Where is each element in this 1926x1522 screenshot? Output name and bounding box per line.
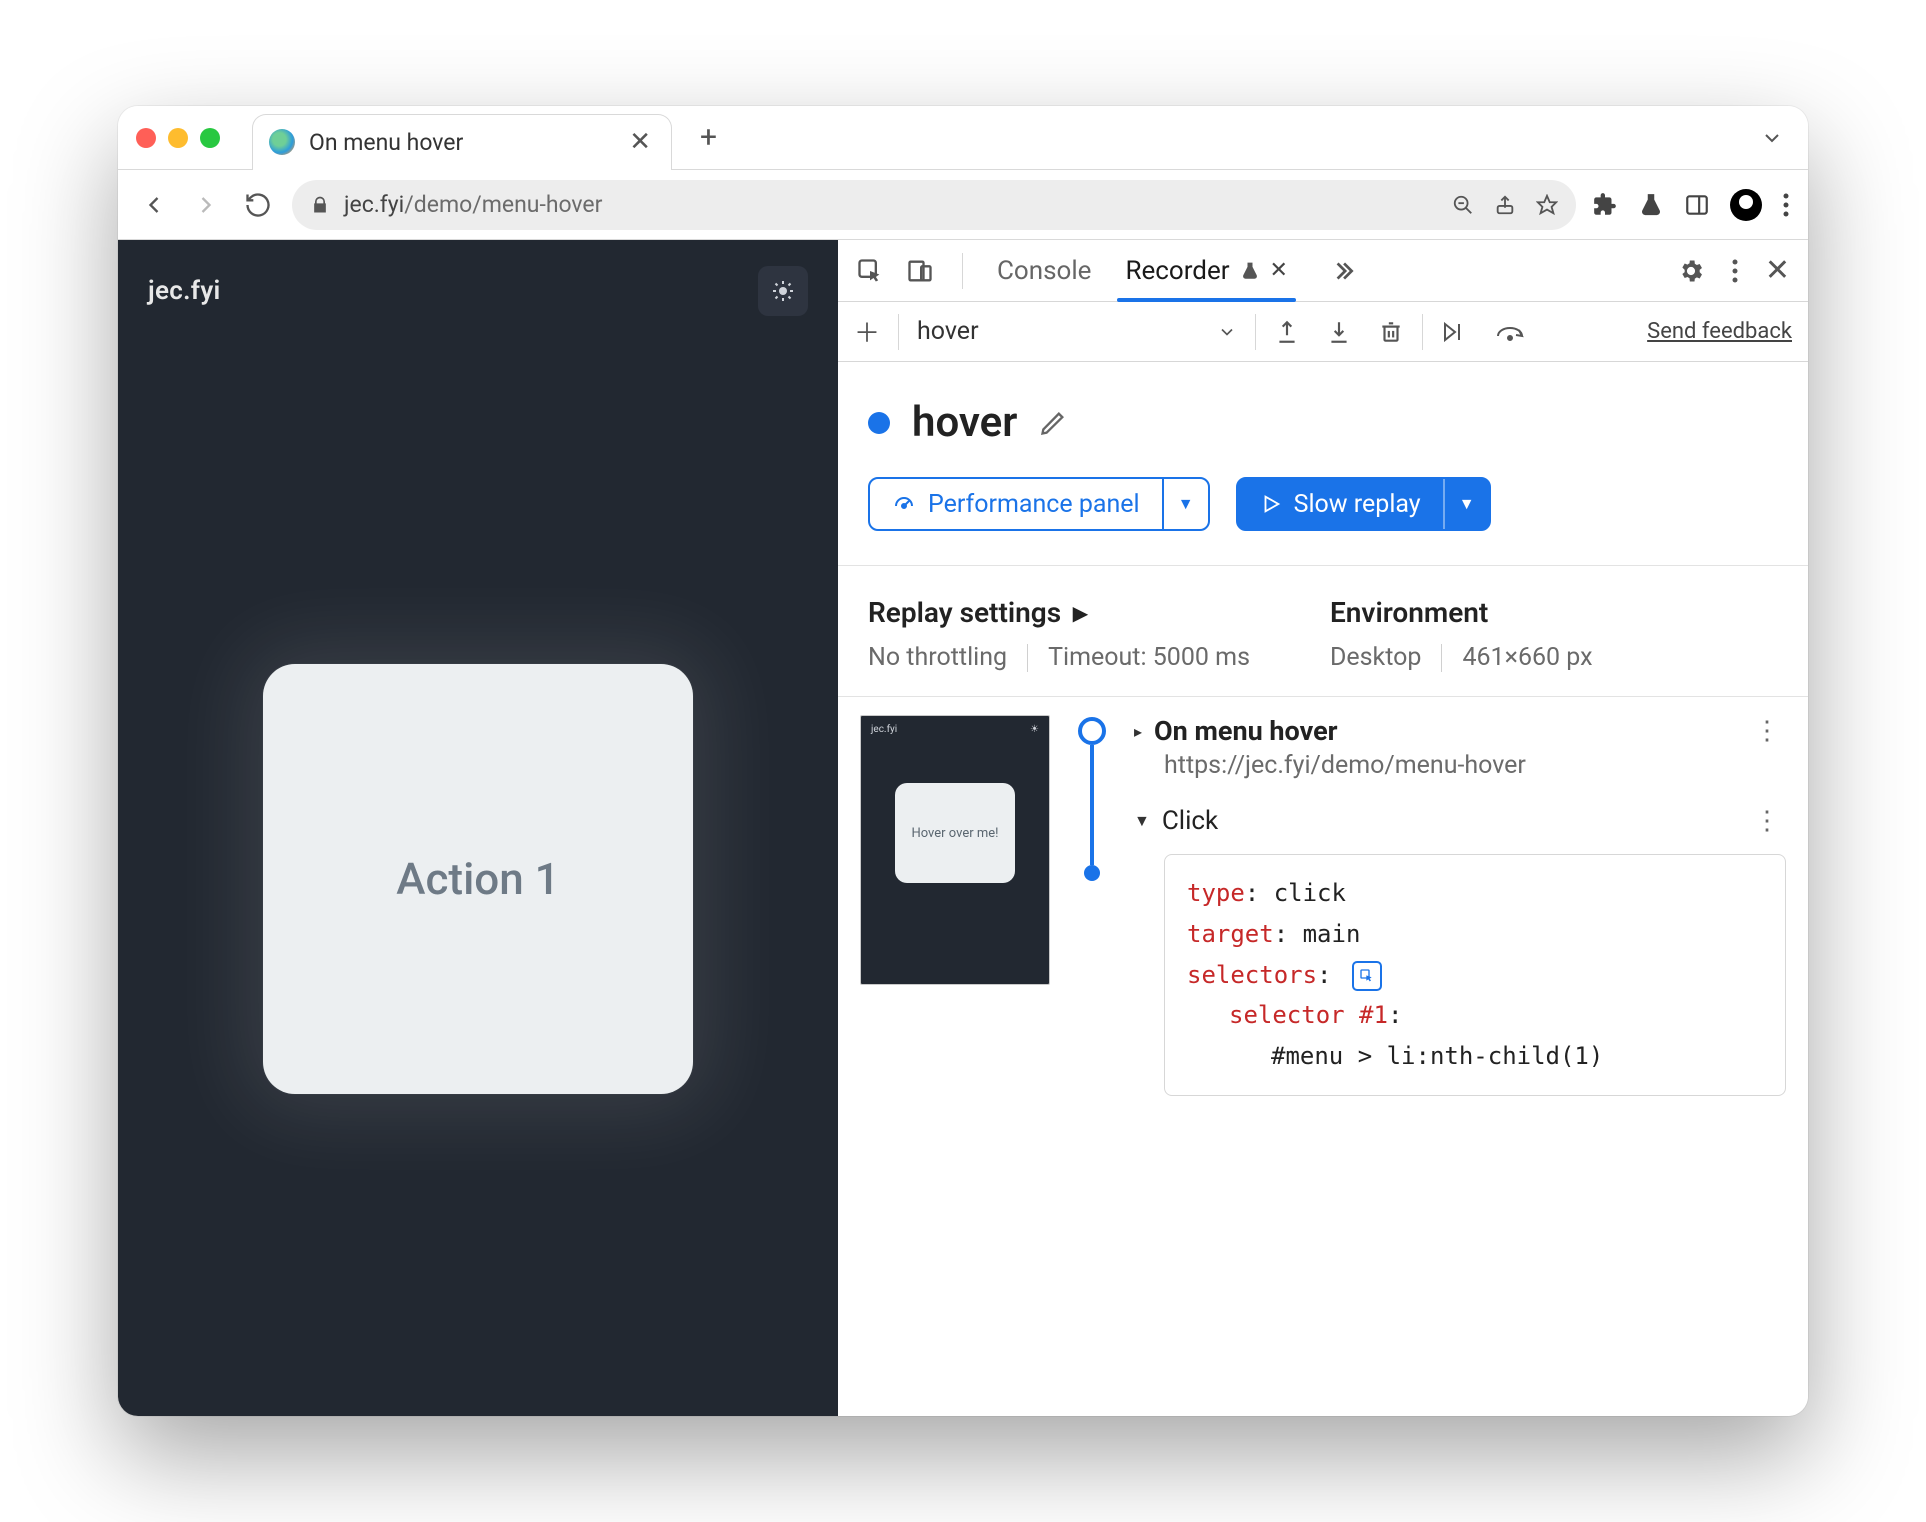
minimize-window-button[interactable] (168, 128, 188, 148)
demo-card[interactable]: Action 1 (263, 664, 693, 1094)
reload-button[interactable] (240, 187, 276, 223)
toolbar: jec.fyi/demo/menu-hover (118, 170, 1808, 240)
click-step-menu-icon[interactable]: ⋮ (1748, 806, 1786, 836)
recording-title: hover (912, 398, 1017, 447)
chevron-right-icon: ▸ (1073, 596, 1087, 629)
tab-recorder[interactable]: Recorder ✕ (1119, 256, 1294, 286)
chevron-down-icon (1217, 322, 1237, 342)
environment-size: 461×660 px (1462, 643, 1592, 672)
browser-tab[interactable]: On menu hover ✕ (252, 114, 672, 170)
nav-step-url: https://jec.fyi/demo/menu-hover (1164, 751, 1786, 780)
recording-status-dot (868, 412, 890, 434)
window-titlebar: On menu hover ✕ + (118, 106, 1808, 170)
back-button[interactable] (136, 187, 172, 223)
recording-steps: jec.fyi☀ Hover over me! ▸ On menu hover … (838, 697, 1808, 1136)
more-tabs-icon[interactable] (1330, 258, 1356, 284)
step-thumbnail[interactable]: jec.fyi☀ Hover over me! (860, 715, 1050, 985)
delete-icon[interactable] (1378, 319, 1404, 345)
disclose-click-icon[interactable]: ▼ (1134, 811, 1150, 831)
step-timeline (1074, 715, 1110, 881)
new-tab-button[interactable]: + (700, 120, 717, 155)
rename-recording-button[interactable] (1039, 409, 1067, 437)
performance-panel-button[interactable]: Performance panel ▼ (868, 477, 1210, 531)
nav-step-menu-icon[interactable]: ⋮ (1748, 716, 1786, 746)
step-over-icon[interactable] (1495, 319, 1525, 345)
site-brand[interactable]: jec.fyi (148, 276, 221, 306)
recording-selector-value: hover (917, 317, 979, 346)
browser-window: On menu hover ✕ + jec.fyi/demo/menu-hove… (118, 106, 1808, 1416)
close-devtools-icon[interactable]: ✕ (1765, 253, 1790, 288)
profile-avatar[interactable] (1730, 189, 1762, 221)
tab-console[interactable]: Console (991, 256, 1097, 286)
settings-icon[interactable] (1677, 257, 1705, 285)
recording-selector[interactable]: hover (917, 317, 1237, 346)
extensions-icon[interactable] (1592, 192, 1618, 218)
send-feedback-link[interactable]: Send feedback (1647, 319, 1792, 344)
theme-toggle-button[interactable] (758, 266, 808, 316)
devtools-panel: Console Recorder ✕ ✕ ＋ hover (838, 240, 1808, 1416)
timeout-value: Timeout: 5000 ms (1048, 643, 1250, 672)
side-panel-icon[interactable] (1684, 192, 1710, 218)
slow-replay-button[interactable]: Slow replay ▼ (1236, 477, 1491, 531)
address-bar[interactable]: jec.fyi/demo/menu-hover (292, 180, 1576, 230)
recorder-toolbar: ＋ hover Send feedback (838, 302, 1808, 362)
experiment-icon (1240, 261, 1260, 281)
recording-header: hover Performance panel ▼ Slo (838, 362, 1808, 557)
nav-step-title: On menu hover (1154, 715, 1338, 747)
share-icon[interactable] (1494, 194, 1516, 216)
page-content: jec.fyi Action 1 (118, 240, 838, 1416)
tabs-dropdown-button[interactable] (1760, 126, 1784, 150)
favicon-icon (269, 129, 295, 155)
throttling-value: No throttling (868, 643, 1007, 672)
click-step-label: Click (1162, 806, 1218, 836)
labs-icon[interactable] (1638, 192, 1664, 218)
selector-picker-icon[interactable] (1352, 961, 1382, 991)
slow-replay-dropdown[interactable]: ▼ (1443, 479, 1489, 529)
export-icon[interactable] (1274, 319, 1300, 345)
step-play-icon[interactable] (1441, 319, 1469, 345)
close-window-button[interactable] (136, 128, 156, 148)
environment-device: Desktop (1330, 643, 1421, 672)
close-panel-button[interactable]: ✕ (1270, 258, 1288, 283)
fullscreen-window-button[interactable] (200, 128, 220, 148)
replay-settings-heading[interactable]: Replay settings ▸ (868, 596, 1250, 629)
devtools-tabstrip: Console Recorder ✕ ✕ (838, 240, 1808, 302)
device-toolbar-icon[interactable] (906, 257, 934, 285)
bookmark-icon[interactable] (1536, 194, 1558, 216)
new-recording-button[interactable]: ＋ (854, 313, 880, 350)
step-code-box[interactable]: type: click target: main selectors: sele… (1164, 854, 1786, 1096)
replay-settings: Replay settings ▸ No throttling Timeout:… (838, 566, 1808, 697)
lock-icon (310, 195, 330, 215)
devtools-menu-icon[interactable] (1731, 258, 1739, 284)
zoom-icon[interactable] (1452, 194, 1474, 216)
close-tab-button[interactable]: ✕ (629, 127, 651, 157)
disclose-nav-icon[interactable]: ▸ (1134, 722, 1142, 741)
selector-body: #menu > li:nth-child(1) (1187, 1036, 1763, 1077)
browser-menu-icon[interactable] (1782, 192, 1790, 218)
import-icon[interactable] (1326, 319, 1352, 345)
inspect-element-icon[interactable] (856, 257, 884, 285)
window-controls (136, 128, 220, 148)
environment-heading: Environment (1330, 596, 1593, 629)
demo-card-text: Action 1 (396, 853, 559, 905)
performance-panel-dropdown[interactable]: ▼ (1162, 479, 1208, 529)
forward-button[interactable] (188, 187, 224, 223)
tab-title: On menu hover (309, 129, 463, 156)
address-text: jec.fyi/demo/menu-hover (344, 191, 602, 218)
